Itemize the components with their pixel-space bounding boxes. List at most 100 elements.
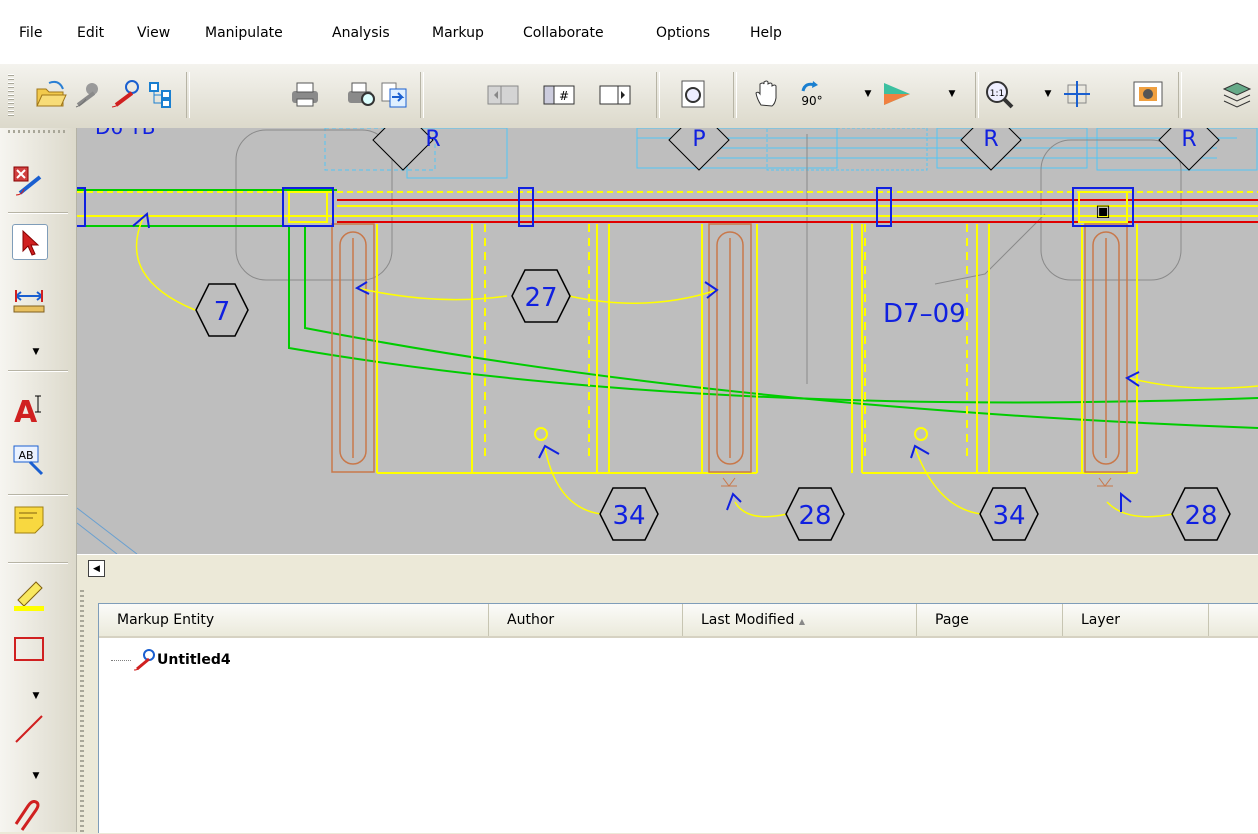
sort-ascending-icon: ▲ xyxy=(799,617,805,626)
hex-label: 34 xyxy=(612,501,645,531)
menu-collaborate[interactable]: Collaborate xyxy=(521,23,606,43)
menu-bar: File Edit View Manipulate Analysis Marku… xyxy=(0,0,1258,64)
diamond-tags xyxy=(373,128,1219,170)
page-number-icon[interactable]: # xyxy=(542,77,576,111)
drawing-canvas[interactable]: ▣ xyxy=(77,128,1258,554)
blue-corner-lines xyxy=(77,508,137,554)
menu-analysis[interactable]: Analysis xyxy=(330,23,392,43)
pan-hand-icon[interactable] xyxy=(751,77,785,111)
collapse-panel-button[interactable]: ◀ xyxy=(88,560,105,577)
column-header-layer[interactable]: Layer xyxy=(1063,604,1209,636)
rectangle-icon[interactable] xyxy=(12,632,46,666)
ab-tool-label: AB xyxy=(18,449,33,462)
line-icon[interactable] xyxy=(12,712,46,746)
line-dropdown-icon[interactable]: ▼ xyxy=(28,770,44,782)
point-marker xyxy=(915,428,927,440)
green-pipe xyxy=(77,226,1258,402)
menu-markup[interactable]: Markup xyxy=(430,23,486,43)
layers-icon[interactable] xyxy=(1220,77,1254,111)
print-icon[interactable] xyxy=(288,77,322,111)
toolbar-separator xyxy=(420,72,424,118)
cyan-detail-lines xyxy=(325,128,1257,178)
panel-splitter[interactable] xyxy=(77,554,1258,585)
measure-icon[interactable] xyxy=(12,286,46,320)
highlighter-icon[interactable] xyxy=(12,578,46,612)
fit-icon[interactable] xyxy=(1060,77,1094,111)
measure-dropdown-icon[interactable]: ▼ xyxy=(28,346,44,358)
magnifier-page-icon[interactable] xyxy=(676,77,710,111)
rotate-90-icon[interactable]: 90° xyxy=(795,77,829,111)
menu-options[interactable]: Options xyxy=(654,23,712,43)
toolbar-separator xyxy=(8,212,68,214)
chevron-left-icon: ◀ xyxy=(93,564,100,574)
corner-room-label: D6 TB xyxy=(95,128,155,139)
sticky-note-icon[interactable] xyxy=(12,502,46,536)
export-icon[interactable] xyxy=(378,77,412,111)
toolbar-separator xyxy=(1178,72,1182,118)
close-markup-icon[interactable] xyxy=(12,163,46,197)
markup-list[interactable]: Markup Entity Author Last Modified ▲ Pag… xyxy=(98,603,1258,833)
menu-help[interactable]: Help xyxy=(748,23,784,43)
triangle-dropdown-icon[interactable]: ▼ xyxy=(942,77,962,111)
column-header-last-modified[interactable]: Last Modified ▲ xyxy=(683,604,917,636)
markup-pen-icon[interactable] xyxy=(110,77,144,111)
ab-callout-icon[interactable]: AB xyxy=(12,444,46,478)
zoom-1to1-icon[interactable]: 1:1 xyxy=(982,77,1016,111)
markup-pen-icon xyxy=(133,649,157,671)
menu-edit[interactable]: Edit xyxy=(75,23,106,43)
column-header-markup-entity[interactable]: Markup Entity xyxy=(99,604,489,636)
toolbar-separator xyxy=(733,72,737,118)
toolbar-separator xyxy=(975,72,979,118)
toolbar-separator xyxy=(656,72,660,118)
next-page-icon[interactable] xyxy=(598,77,632,111)
yellow-columns xyxy=(377,224,1137,473)
point-marker xyxy=(535,428,547,440)
gray-highlight-box xyxy=(1041,140,1181,280)
column-header-author[interactable]: Author xyxy=(489,604,683,636)
column-header-page[interactable]: Page xyxy=(917,604,1063,636)
rotate-label: 90° xyxy=(801,94,822,108)
text-tool-glyph: A xyxy=(14,395,38,426)
page-number-glyph: # xyxy=(559,89,569,103)
menu-manipulate[interactable]: Manipulate xyxy=(203,23,285,43)
zoom-dropdown-icon[interactable]: ▼ xyxy=(1038,77,1058,111)
diamond-label: R xyxy=(425,128,440,152)
hex-label: 34 xyxy=(992,501,1025,531)
overlay-icon[interactable] xyxy=(1131,77,1165,111)
zoom-label: 1:1 xyxy=(990,89,1004,99)
print-preview-icon[interactable] xyxy=(344,77,378,111)
cad-drawing: ▣ xyxy=(77,128,1258,554)
brown-fittings xyxy=(721,478,1113,486)
list-item[interactable]: Untitled4 xyxy=(111,648,231,672)
text-tool-icon[interactable]: A xyxy=(12,392,46,426)
rotate-dropdown-icon[interactable]: ▼ xyxy=(858,77,878,111)
diamond-label: R xyxy=(983,128,998,152)
room-label: D7–09 xyxy=(883,299,966,329)
toolbar-separator xyxy=(8,562,68,564)
left-toolbar-grip[interactable] xyxy=(8,130,68,133)
hex-label: 27 xyxy=(524,283,557,313)
tree-icon[interactable] xyxy=(146,77,180,111)
toolbar-separator xyxy=(8,370,68,372)
markup-entity-name: Untitled4 xyxy=(157,652,231,668)
toolbar-separator xyxy=(186,72,190,118)
list-header: Markup Entity Author Last Modified ▲ Pag… xyxy=(99,604,1258,638)
menu-view[interactable]: View xyxy=(135,23,172,43)
junction-symbol: ▣ xyxy=(1095,201,1110,220)
gray-pen-icon[interactable] xyxy=(72,77,106,111)
previous-page-icon[interactable] xyxy=(486,77,520,111)
toolbar-grip[interactable] xyxy=(8,74,14,118)
paperclip-icon[interactable] xyxy=(12,800,46,834)
select-arrow-icon[interactable] xyxy=(12,224,48,260)
hex-label: 28 xyxy=(798,501,831,531)
menu-file[interactable]: File xyxy=(17,23,44,43)
panel-grip[interactable] xyxy=(80,590,84,832)
triangle-fill-icon[interactable] xyxy=(880,77,914,111)
hex-label: 28 xyxy=(1184,501,1217,531)
toolbar-separator xyxy=(8,494,68,496)
hex-label: 7 xyxy=(214,297,231,327)
brown-conduits xyxy=(332,224,1127,472)
hexagon-tags xyxy=(196,270,1230,540)
open-folder-icon[interactable] xyxy=(34,77,68,111)
rectangle-dropdown-icon[interactable]: ▼ xyxy=(28,690,44,702)
